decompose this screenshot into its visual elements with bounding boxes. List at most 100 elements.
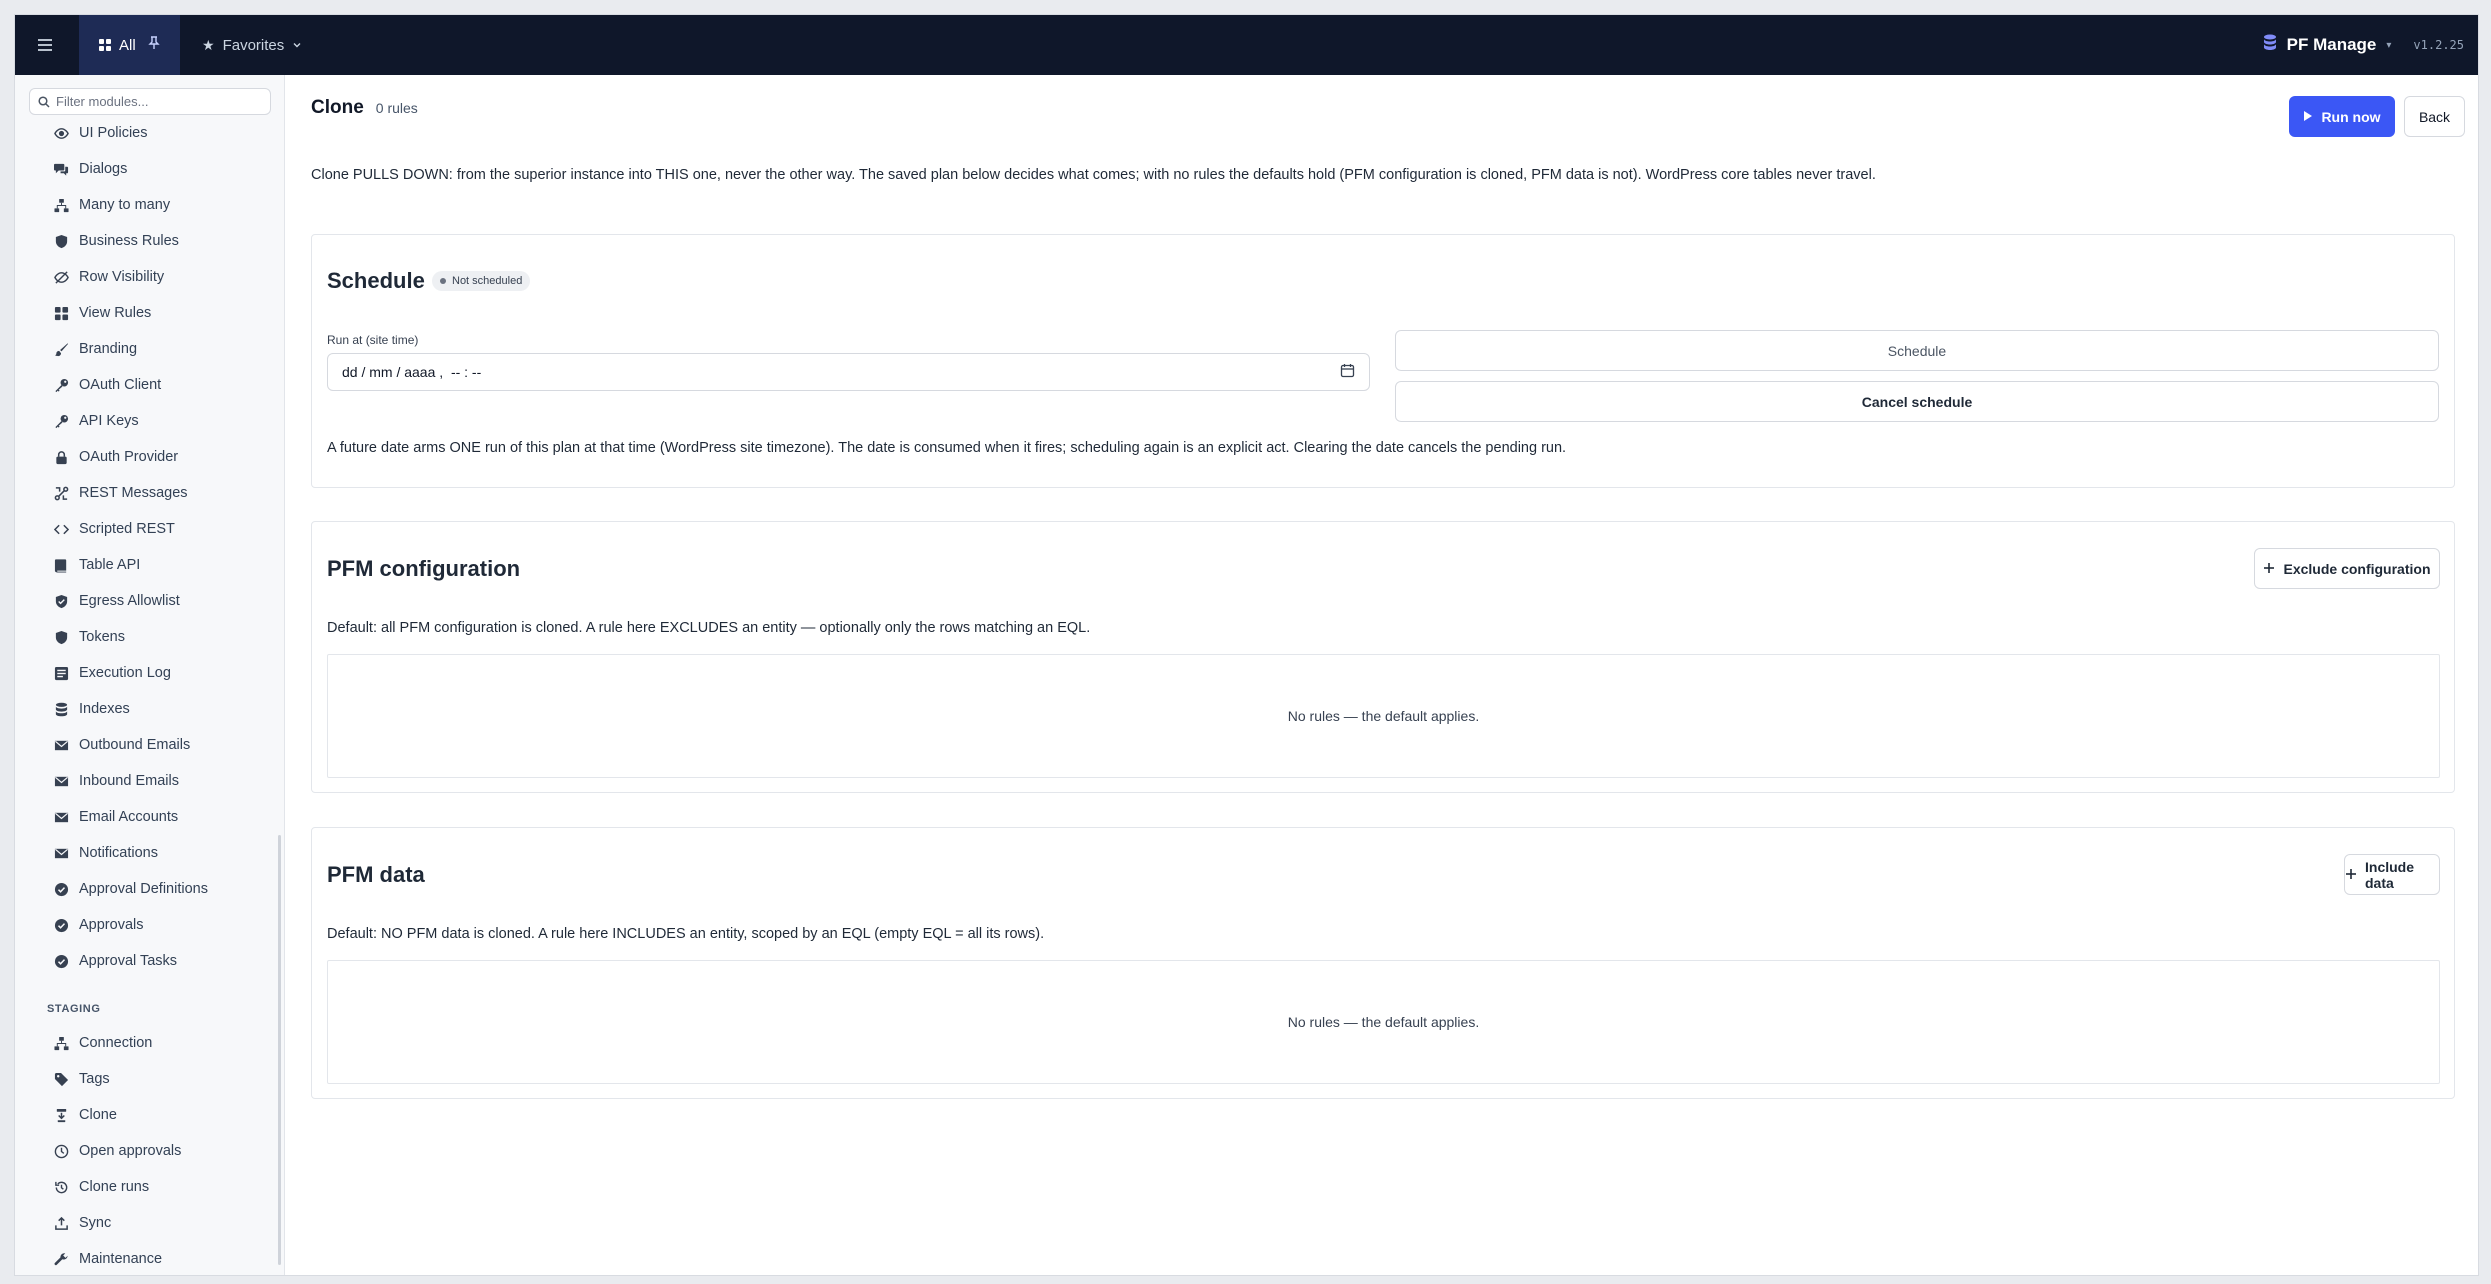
sidebar-item-table-api[interactable]: Table API (15, 547, 277, 583)
menu-icon[interactable] (15, 15, 75, 75)
star-icon: ★ (202, 36, 215, 53)
sidebar-item-rest-messages[interactable]: REST Messages (15, 475, 277, 511)
tag-icon (53, 1071, 69, 1087)
code-icon (53, 521, 69, 537)
sidebar-item-notifications[interactable]: Notifications (15, 835, 277, 871)
sidebar-item-execution-log[interactable]: Execution Log (15, 655, 277, 691)
history-icon (53, 1179, 69, 1195)
back-button[interactable]: Back (2404, 96, 2465, 137)
check-circle-icon (53, 881, 69, 897)
book-icon (53, 557, 69, 573)
top-bar: All ★ Favorites PF Manage ▾ v1.2.25 (15, 15, 2478, 75)
sidebar-item-tags[interactable]: Tags (15, 1061, 277, 1097)
grid-icon (53, 305, 69, 321)
sidebar-item-email-accounts[interactable]: Email Accounts (15, 799, 277, 835)
exclude-configuration-button[interactable]: Exclude configuration (2254, 548, 2440, 589)
sidebar-item-label: Clone runs (79, 1179, 150, 1195)
status-badge-label: Not scheduled (452, 275, 523, 287)
sidebar-item-label: Connection (79, 1035, 153, 1051)
sidebar-item-tokens[interactable]: Tokens (15, 619, 277, 655)
sidebar-item-label: Outbound Emails (79, 737, 191, 753)
sidebar-item-label: Sync (79, 1215, 112, 1231)
pfm-configuration-description: Default: all PFM configuration is cloned… (327, 620, 1091, 636)
sidebar-item-approval-tasks[interactable]: Approval Tasks (15, 943, 277, 979)
brand-switcher[interactable]: PF Manage ▾ (2263, 34, 2391, 57)
schedule-button[interactable]: Schedule (1395, 330, 2439, 371)
run-now-label: Run now (2321, 108, 2381, 125)
sidebar-item-clone[interactable]: Clone (15, 1097, 277, 1133)
sidebar-item-label: UI Policies (79, 125, 148, 141)
run-now-button[interactable]: Run now (2289, 96, 2395, 137)
sidebar-item-label: Scripted REST (79, 521, 175, 537)
sidebar-item-indexes[interactable]: Indexes (15, 691, 277, 727)
check-circle-icon (53, 953, 69, 969)
sidebar-item-label: Notifications (79, 845, 158, 861)
intro-text: Clone PULLS DOWN: from the superior inst… (311, 167, 1876, 183)
sidebar-item-outbound-emails[interactable]: Outbound Emails (15, 727, 277, 763)
run-at-input[interactable]: dd / mm / aaaa , -- : -- (327, 353, 1370, 391)
sidebar-item-label: Approval Tasks (79, 953, 178, 969)
sidebar-item-clone-runs[interactable]: Clone runs (15, 1169, 277, 1205)
sidebar-item-oauth-provider[interactable]: OAuth Provider (15, 439, 277, 475)
search-icon (38, 95, 50, 108)
sidebar-item-connection[interactable]: Connection (15, 1025, 277, 1061)
wrench-icon (53, 1251, 69, 1267)
data-rules-empty: No rules — the default applies. (327, 960, 2440, 1084)
sidebar-item-label: Egress Allowlist (79, 593, 180, 609)
schedule-description: A future date arms ONE run of this plan … (327, 440, 1567, 456)
route-icon (53, 485, 69, 501)
run-at-value: dd / mm / aaaa , -- : -- (342, 364, 482, 380)
sidebar-item-label: Business Rules (79, 233, 179, 249)
sidebar-item-maintenance[interactable]: Maintenance (15, 1241, 277, 1275)
cancel-schedule-button[interactable]: Cancel schedule (1395, 381, 2439, 422)
sidebar-item-oauth-client[interactable]: OAuth Client (15, 367, 277, 403)
sidebar-item-label: Clone (79, 1107, 117, 1123)
sidebar-item-open-approvals[interactable]: Open approvals (15, 1133, 277, 1169)
sidebar-item-ui-policies[interactable]: UI Policies (15, 117, 277, 151)
sidebar-item-label: Execution Log (79, 665, 171, 681)
page-title: Clone (311, 97, 364, 118)
hierarchy-icon (53, 1035, 69, 1051)
sidebar-item-many-to-many[interactable]: Many to many (15, 187, 277, 223)
sidebar-item-approval-definitions[interactable]: Approval Definitions (15, 871, 277, 907)
sidebar-item-approvals[interactable]: Approvals (15, 907, 277, 943)
exclude-configuration-label: Exclude configuration (2283, 560, 2431, 577)
pfm-configuration-card: PFM configuration Exclude configuration … (311, 521, 2455, 793)
tab-favorites-label: Favorites (222, 36, 285, 54)
eye-icon (53, 125, 69, 141)
sidebar-section-staging: STAGING (47, 1003, 101, 1015)
sidebar-item-api-keys[interactable]: API Keys (15, 403, 277, 439)
sidebar-item-view-rules[interactable]: View Rules (15, 295, 277, 331)
database-icon (53, 701, 69, 717)
sidebar-item-scripted-rest[interactable]: Scripted REST (15, 511, 277, 547)
sidebar-item-dialogs[interactable]: Dialogs (15, 151, 277, 187)
rule-count: 0 rules (375, 100, 418, 116)
sidebar-item-sync[interactable]: Sync (15, 1205, 277, 1241)
grid-icon (99, 39, 111, 51)
tab-favorites[interactable]: ★ Favorites (180, 15, 324, 75)
pin-icon[interactable] (148, 36, 160, 54)
shield-icon (53, 233, 69, 249)
calendar-icon[interactable] (1340, 363, 1355, 381)
sidebar-item-label: Many to many (79, 197, 171, 213)
tab-all[interactable]: All (79, 15, 180, 75)
sidebar-item-branding[interactable]: Branding (15, 331, 277, 367)
sidebar-item-label: Tags (79, 1071, 110, 1087)
sidebar-item-row-visibility[interactable]: Row Visibility (15, 259, 277, 295)
filter-input[interactable] (56, 94, 256, 109)
database-icon (2263, 34, 2277, 57)
sidebar-item-label: Table API (79, 557, 141, 573)
sidebar-item-egress-allowlist[interactable]: Egress Allowlist (15, 583, 277, 619)
sidebar-item-label: Branding (79, 341, 138, 357)
tab-all-label: All (119, 36, 136, 54)
sidebar-item-label: Approval Definitions (79, 881, 208, 897)
sidebar-scrollbar[interactable] (278, 835, 281, 1265)
page-header: Clone 0 rules (311, 97, 418, 119)
shield-icon (53, 629, 69, 645)
sidebar-item-label: Inbound Emails (79, 773, 179, 789)
app-window: All ★ Favorites PF Manage ▾ v1.2.25 Filt… (14, 14, 2479, 1276)
sidebar-item-business-rules[interactable]: Business Rules (15, 223, 277, 259)
version-label: v1.2.25 (2413, 38, 2464, 52)
sidebar-item-inbound-emails[interactable]: Inbound Emails (15, 763, 277, 799)
include-data-button[interactable]: Include data (2344, 854, 2440, 895)
